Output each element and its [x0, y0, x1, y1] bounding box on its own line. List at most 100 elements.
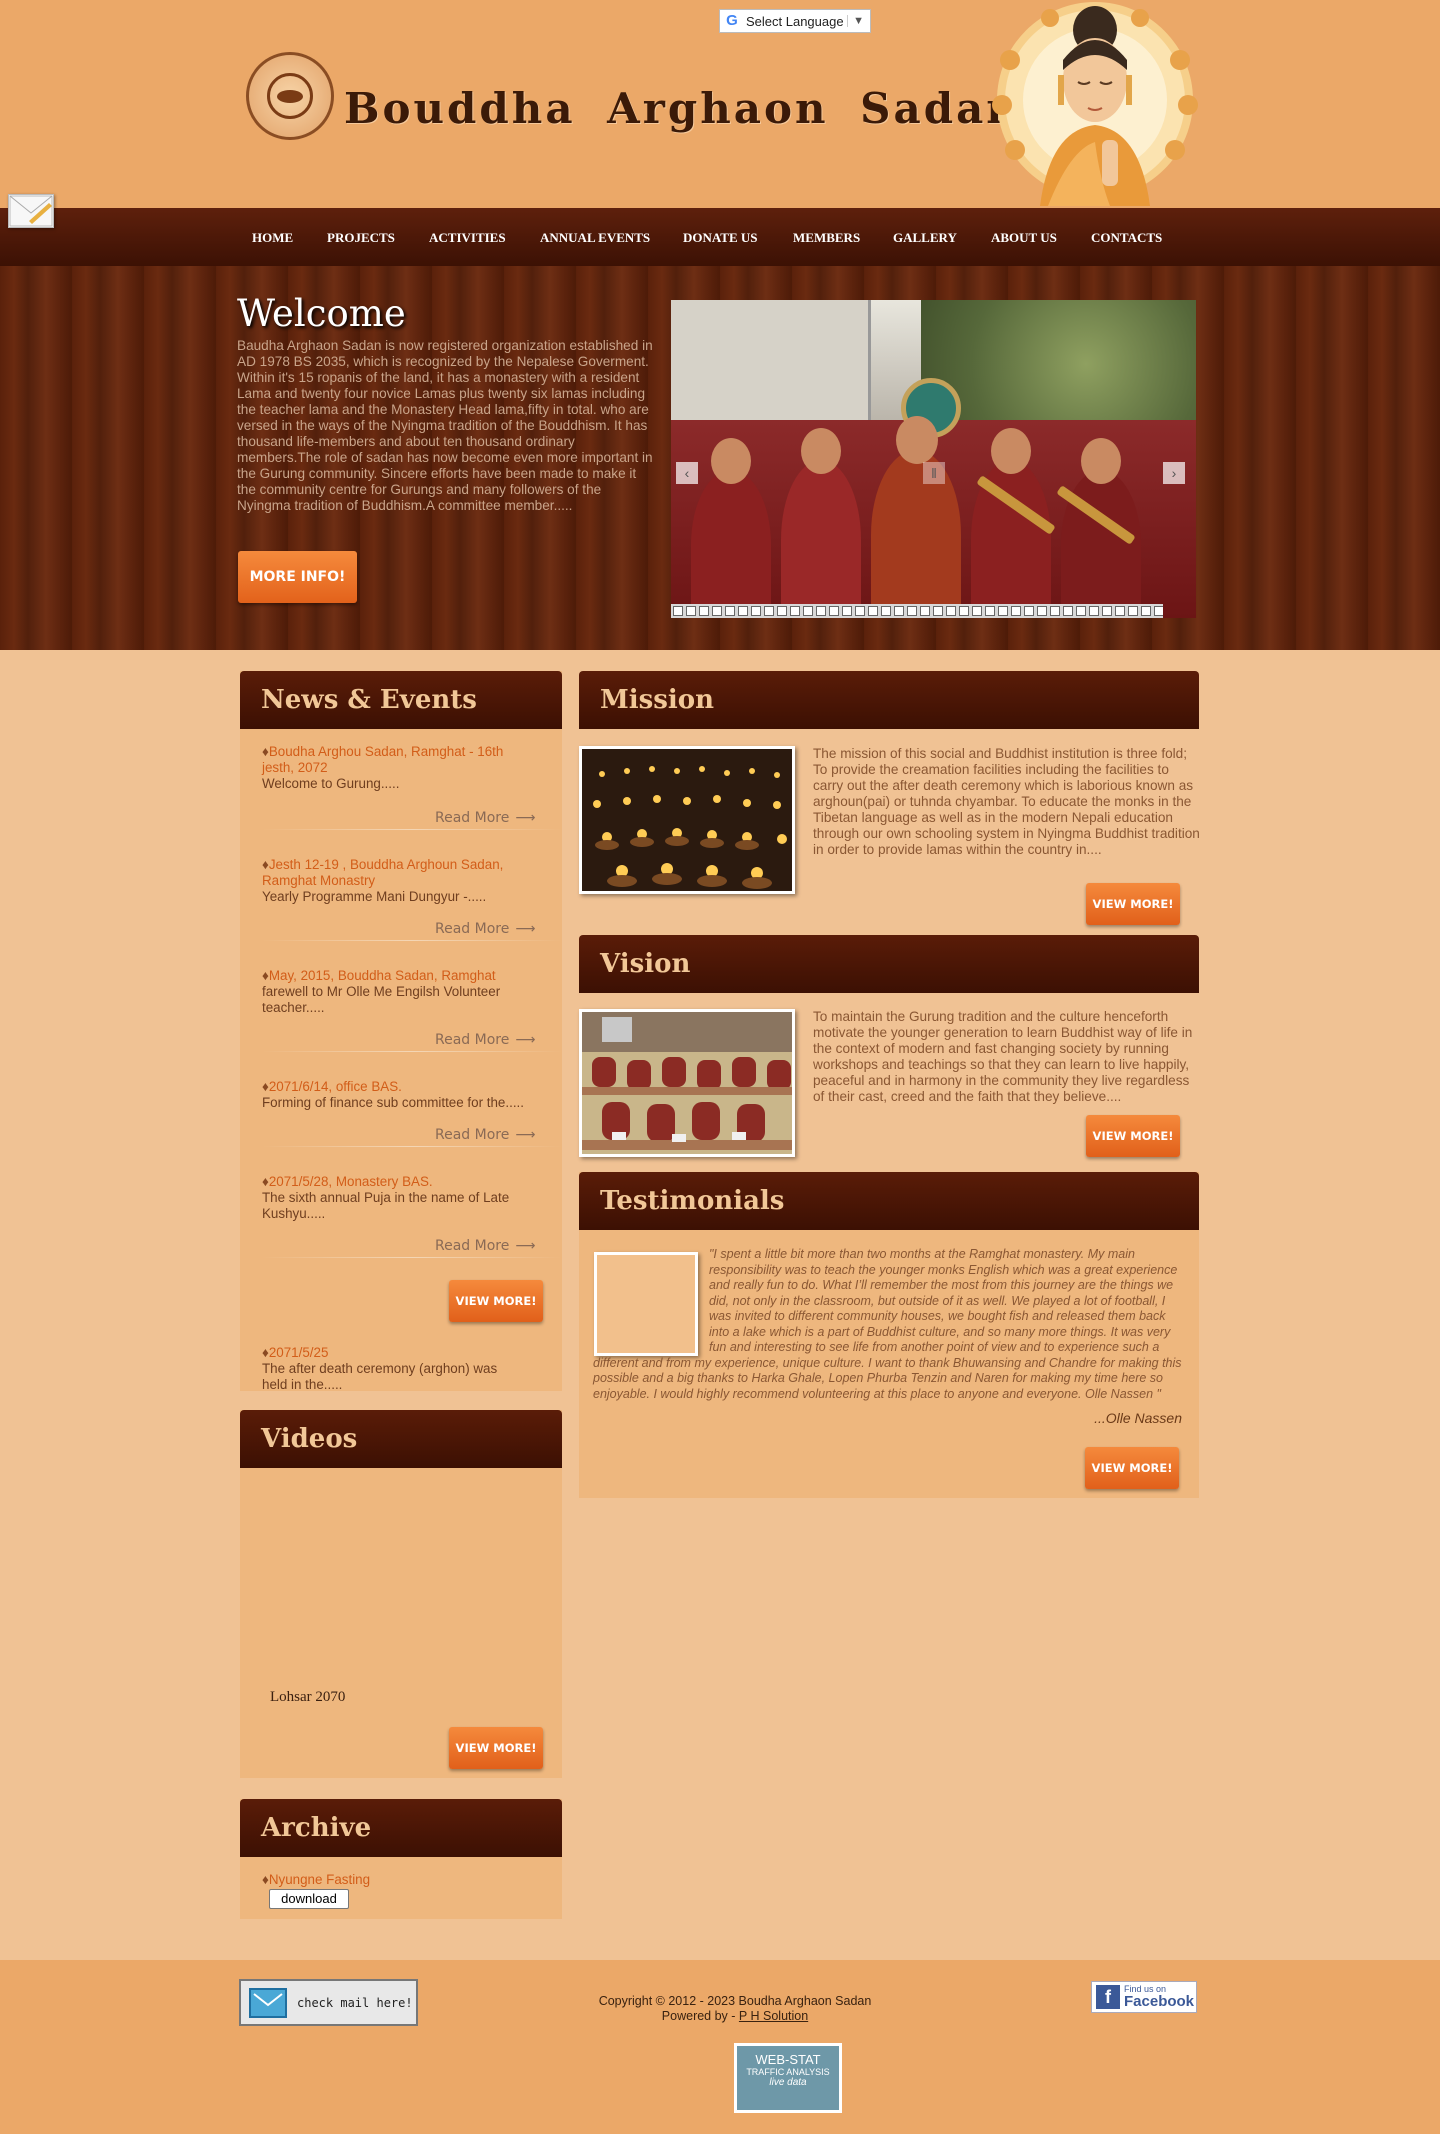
chevron-down-icon: ▼	[847, 15, 864, 27]
slider-dot[interactable]	[998, 606, 1008, 616]
slider-dot[interactable]	[1076, 606, 1086, 616]
slider-dot[interactable]	[1102, 606, 1112, 616]
news-view-more-button[interactable]: VIEW MORE!	[449, 1280, 543, 1322]
slider-dot[interactable]	[803, 606, 813, 616]
news-item[interactable]: May, 2015, Bouddha Sadan, Ramghat farewe…	[262, 968, 524, 1016]
slider-dot[interactable]	[946, 606, 956, 616]
read-more-link[interactable]: Read More ⟶	[435, 810, 535, 826]
divider	[262, 940, 562, 941]
nav-home[interactable]: HOME	[252, 230, 293, 246]
logo-seal[interactable]	[246, 52, 334, 140]
news-item-title[interactable]: Jesth 12-19 , Bouddha Arghoun Sadan, Ram…	[262, 857, 524, 889]
slider-dot[interactable]	[1063, 606, 1073, 616]
slider-dot[interactable]	[868, 606, 878, 616]
slider-dot[interactable]	[673, 606, 683, 616]
slider-dot[interactable]	[790, 606, 800, 616]
read-more-label: Read More	[435, 1127, 510, 1143]
news-item-title[interactable]: 2071/6/14, office BAS.	[262, 1079, 524, 1095]
slider-next-button[interactable]: ›	[1163, 462, 1185, 484]
vision-image[interactable]	[579, 1009, 795, 1157]
read-more-link[interactable]: Read More ⟶	[435, 921, 535, 937]
download-button[interactable]: download	[269, 1889, 349, 1909]
video-caption[interactable]: Lohsar 2070	[270, 1689, 345, 1706]
slider-dot[interactable]	[777, 606, 787, 616]
powered-by: Powered by - P H Solution	[560, 2009, 910, 2024]
slider-dot[interactable]	[907, 606, 917, 616]
check-mail-button[interactable]: check mail here!	[239, 1979, 418, 2026]
slider-dot[interactable]	[959, 606, 969, 616]
slider-dot[interactable]	[1050, 606, 1060, 616]
news-item[interactable]: Jesth 12-19 , Bouddha Arghoun Sadan, Ram…	[262, 857, 524, 905]
more-info-button[interactable]: MORE INFO!	[238, 551, 357, 603]
slider-dot[interactable]	[933, 606, 943, 616]
logo-eye-icon	[277, 90, 303, 103]
slider-dot[interactable]	[764, 606, 774, 616]
slider-dot[interactable]	[816, 606, 826, 616]
slider-dot[interactable]	[1128, 606, 1138, 616]
nav-donate-us[interactable]: DONATE US	[683, 230, 758, 246]
facebook-badge[interactable]: f Find us on Facebook	[1091, 1981, 1197, 2013]
news-item-desc: farewell to Mr Olle Me Engilsh Volunteer…	[262, 984, 501, 1015]
slider-dot[interactable]	[725, 606, 735, 616]
slider-dot[interactable]	[1011, 606, 1021, 616]
slider-dot[interactable]	[1024, 606, 1034, 616]
nav-about-us[interactable]: ABOUT US	[991, 230, 1057, 246]
slider-dot[interactable]	[985, 606, 995, 616]
nav-annual-events[interactable]: ANNUAL EVENTS	[540, 230, 650, 246]
news-item-title[interactable]: 2071/5/28, Monastery BAS.	[262, 1174, 524, 1190]
vision-view-more-button[interactable]: VIEW MORE!	[1086, 1115, 1180, 1157]
testimonials-panel: Testimonials "I spent a little bit more …	[579, 1172, 1199, 1498]
slider-dot[interactable]	[1154, 606, 1163, 616]
news-item-title[interactable]: 2071/5/25	[262, 1345, 524, 1361]
slider-dot[interactable]	[1141, 606, 1151, 616]
news-item[interactable]: Boudha Arghou Sadan, Ramghat - 16th jest…	[262, 744, 524, 792]
mission-view-more-button[interactable]: VIEW MORE!	[1086, 883, 1180, 925]
site-title[interactable]: Bouddha Arghaon Sadan	[344, 84, 1020, 133]
slider-dot[interactable]	[842, 606, 852, 616]
news-item-title[interactable]: Boudha Arghou Sadan, Ramghat - 16th jest…	[262, 744, 524, 776]
powered-by-link[interactable]: P H Solution	[739, 2009, 808, 2023]
slider-pause-button[interactable]: ‖	[923, 462, 945, 484]
mission-panel: Mission The mission of this social and B…	[579, 671, 1200, 932]
nav-contacts[interactable]: CONTACTS	[1091, 230, 1162, 246]
slider-dot[interactable]	[855, 606, 865, 616]
slider-dot[interactable]	[920, 606, 930, 616]
slider-dot[interactable]	[1037, 606, 1047, 616]
web-stat-badge[interactable]: WEB-STAT TRAFFIC ANALYSIS live data	[734, 2043, 842, 2113]
archive-item[interactable]: Nyungne Fasting	[262, 1872, 524, 1888]
news-item[interactable]: 2071/6/14, office BAS. Forming of financ…	[262, 1079, 524, 1111]
news-item-title[interactable]: May, 2015, Bouddha Sadan, Ramghat	[262, 968, 524, 984]
news-item-desc: Forming of finance sub committee for the…	[262, 1095, 524, 1110]
slider-dot[interactable]	[881, 606, 891, 616]
nav-projects[interactable]: PROJECTS	[327, 230, 395, 246]
read-more-label: Read More	[435, 921, 510, 937]
language-select[interactable]: G Select Language ▼	[719, 9, 871, 33]
nav-activities[interactable]: ACTIVITIES	[429, 230, 506, 246]
nav-gallery[interactable]: GALLERY	[893, 230, 957, 246]
slider-dot[interactable]	[972, 606, 982, 616]
mail-icon[interactable]	[8, 194, 54, 228]
slider-dot[interactable]	[751, 606, 761, 616]
testimonials-view-more-button[interactable]: VIEW MORE!	[1085, 1447, 1179, 1489]
image-slider[interactable]: ‹ ‖ ›	[671, 300, 1196, 618]
slider-prev-button[interactable]: ‹	[676, 462, 698, 484]
language-select-label: Select Language	[746, 13, 844, 29]
read-more-link[interactable]: Read More ⟶	[435, 1238, 535, 1254]
mission-image[interactable]	[579, 746, 795, 894]
nav-members[interactable]: MEMBERS	[793, 230, 860, 246]
news-item[interactable]: 2071/5/28, Monastery BAS. The sixth annu…	[262, 1174, 524, 1222]
videos-view-more-button[interactable]: VIEW MORE!	[449, 1727, 543, 1769]
slider-dot[interactable]	[738, 606, 748, 616]
slider-dot[interactable]	[712, 606, 722, 616]
slider-dot[interactable]	[686, 606, 696, 616]
slider-dot[interactable]	[829, 606, 839, 616]
news-item[interactable]: 2071/5/25 The after death ceremony (argh…	[262, 1345, 524, 1391]
archive-item-title[interactable]: Nyungne Fasting	[262, 1872, 524, 1888]
read-more-link[interactable]: Read More ⟶	[435, 1127, 535, 1143]
slider-dot[interactable]	[1115, 606, 1125, 616]
slider-dot[interactable]	[699, 606, 709, 616]
read-more-link[interactable]: Read More ⟶	[435, 1032, 535, 1048]
mission-text: The mission of this social and Buddhist …	[813, 746, 1200, 857]
slider-dot[interactable]	[894, 606, 904, 616]
slider-dot[interactable]	[1089, 606, 1099, 616]
